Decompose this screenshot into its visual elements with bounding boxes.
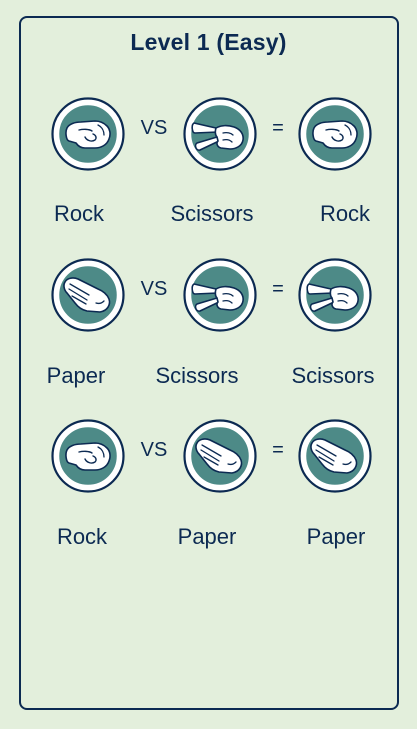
versus-label: VS <box>140 278 168 300</box>
equals-label: = <box>272 439 284 461</box>
versus-label: VS <box>140 117 168 139</box>
level-title: Level 1 (Easy) <box>130 29 287 55</box>
choice-label: Rock <box>53 201 105 226</box>
paper-icon[interactable] <box>51 258 125 332</box>
paper-icon[interactable] <box>298 419 372 493</box>
result-label: Scissors <box>291 363 375 388</box>
rock-icon[interactable] <box>51 97 125 171</box>
paper-icon[interactable] <box>183 419 257 493</box>
scissors-icon[interactable] <box>298 258 372 332</box>
rock-icon[interactable] <box>51 419 125 493</box>
page: Level 1 (Easy) VS = Rock Scissors Rock V… <box>0 0 417 729</box>
scissors-icon[interactable] <box>183 97 257 171</box>
rock-icon[interactable] <box>298 97 372 171</box>
choice-label: Paper <box>177 524 237 549</box>
choice-label: Scissors <box>155 363 239 388</box>
equals-label: = <box>272 117 284 139</box>
choice-label: Scissors <box>170 201 254 226</box>
result-label: Rock <box>319 201 371 226</box>
equals-label: = <box>272 278 284 300</box>
versus-label: VS <box>140 439 168 461</box>
result-label: Paper <box>306 524 366 549</box>
scissors-icon[interactable] <box>183 258 257 332</box>
